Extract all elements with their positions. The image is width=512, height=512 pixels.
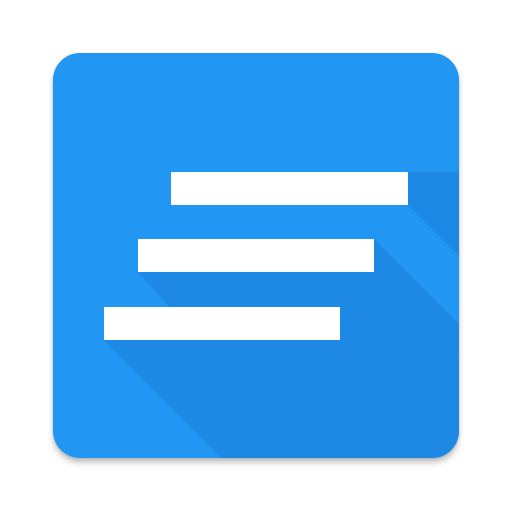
- app-icon-canvas: [0, 0, 512, 512]
- lines-icon: [53, 53, 459, 458]
- app-icon[interactable]: [53, 53, 459, 458]
- bottom-bar: [104, 307, 340, 340]
- top-bar: [171, 172, 408, 205]
- middle-bar: [138, 239, 374, 272]
